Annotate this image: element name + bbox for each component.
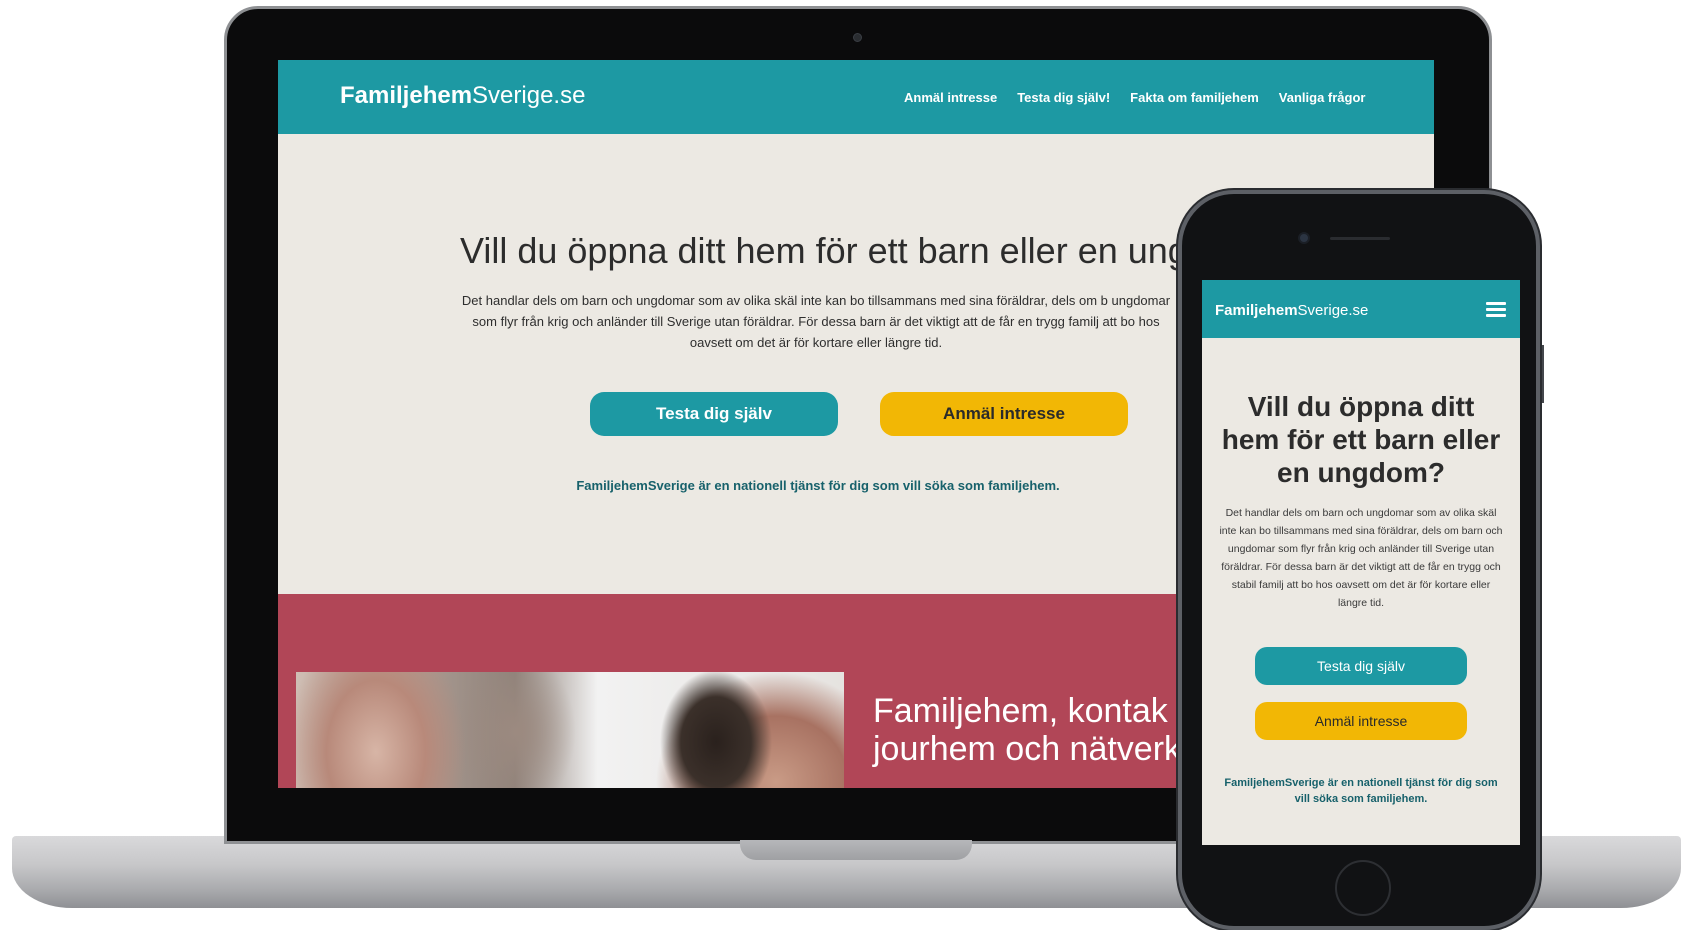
laptop-notch [740, 840, 972, 860]
desktop-logo[interactable]: FamiljehemSverige.se [340, 82, 585, 110]
phone-camera [1298, 232, 1310, 244]
logo-bold-part: Familjehem [340, 82, 473, 109]
desktop-test-yourself-button[interactable]: Testa dig själv [590, 392, 838, 436]
logo-light-part: Sverige.se [472, 82, 586, 109]
logo-bold-part: Familjehem [1215, 302, 1298, 319]
phone-home-button [1335, 860, 1391, 916]
mobile-header: FamiljehemSverige.se [1202, 280, 1520, 338]
hamburger-menu-icon[interactable] [1486, 302, 1506, 318]
desktop-header: FamiljehemSverige.se Anmäl intresse Test… [278, 60, 1434, 134]
nav-vanliga-fragor[interactable]: Vanliga frågor [1279, 90, 1366, 105]
mobile-logo[interactable]: FamiljehemSverige.se [1215, 302, 1368, 319]
mobile-test-yourself-button[interactable]: Testa dig själv [1255, 647, 1467, 685]
nav-anmal-intresse[interactable]: Anmäl intresse [904, 90, 997, 105]
desktop-nav: Anmäl intresse Testa dig själv! Fakta om… [904, 90, 1365, 105]
mobile-service-note: FamiljehemSverige är en nationell tjänst… [1224, 777, 1498, 805]
logo-light-part: Sverige.se [1297, 302, 1369, 319]
phone-speaker [1330, 237, 1390, 240]
desktop-register-interest-button[interactable]: Anmäl intresse [880, 392, 1128, 436]
desktop-feature-photo [296, 672, 844, 788]
phone-power-button [1540, 345, 1544, 403]
mobile-hero-title: Vill du öppna ditt hem för ett barn elle… [1221, 391, 1501, 488]
nav-testa-dig-sjalv[interactable]: Testa dig själv! [1017, 90, 1110, 105]
laptop-camera [853, 33, 862, 42]
mobile-screen: FamiljehemSverige.se Vill du öppna ditt … [1202, 280, 1520, 845]
mobile-register-interest-button[interactable]: Anmäl intresse [1255, 702, 1467, 740]
nav-fakta-om-familjehem[interactable]: Fakta om familjehem [1130, 90, 1259, 105]
desktop-hero-text: Det handlar dels om barn och ungdomar so… [461, 293, 1171, 350]
desktop-service-note: FamiljehemSverige är en nationell tjänst… [576, 478, 1060, 493]
mobile-hero-text: Det handlar dels om barn och ungdomar so… [1219, 507, 1503, 609]
